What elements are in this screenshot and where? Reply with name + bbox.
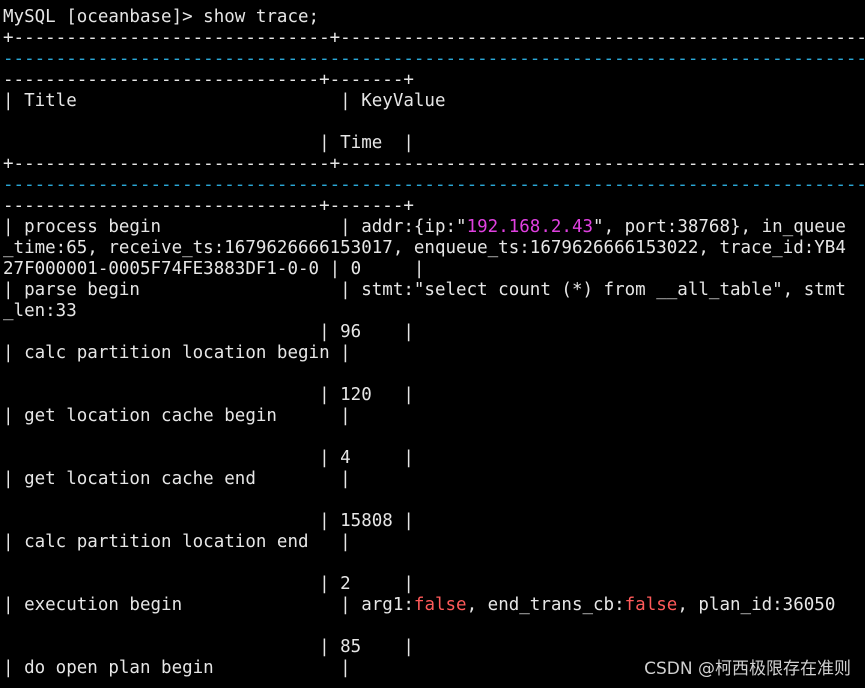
- table-row: | 120 |: [3, 385, 414, 405]
- table-header-title: | Title | KeyValue: [3, 91, 446, 111]
- table-row: | 15808 |: [3, 511, 414, 531]
- csdn-watermark: CSDN @柯西极限存在准则: [644, 659, 851, 679]
- table-border-tail: ------------------------------+-------+: [3, 196, 414, 216]
- table-row: | get location cache end |: [3, 469, 351, 489]
- table-border-top: +------------------------------+--------…: [3, 154, 865, 174]
- command-prompt: MySQL [oceanbase]> show trace;: [3, 7, 319, 28]
- table-row: 27F000001-0005F74FE3883DF1-0-0 | 0 |: [3, 259, 425, 279]
- terminal-window[interactable]: MySQL [oceanbase]> show trace; +--------…: [0, 0, 865, 688]
- table-border-wrap: ----------------------------------------…: [3, 49, 865, 69]
- table-border-tail: ------------------------------+-------+: [3, 70, 414, 90]
- ip-value: 192.168.2.43: [466, 217, 594, 237]
- table-border-wrap: ----------------------------------------…: [3, 175, 865, 195]
- table-row: | 96 |: [3, 322, 414, 342]
- table-row: | 85 |: [3, 637, 414, 657]
- table-row: | 2 |: [3, 574, 414, 594]
- table-row: | parse begin | stmt:"select count (*) f…: [3, 280, 846, 300]
- table-row: _len:33: [3, 301, 77, 321]
- table-row: | get location cache begin |: [3, 406, 351, 426]
- table-header-time: | Time |: [3, 133, 414, 153]
- table-row: | calc partition location end |: [3, 532, 351, 552]
- table-border-top: +------------------------------+--------…: [3, 28, 865, 48]
- table-row: | calc partition location begin |: [3, 343, 351, 363]
- prompt-text: MySQL [oceanbase]> show trace;: [3, 7, 320, 27]
- table-row: | do open plan begin |: [3, 658, 351, 678]
- table-row: | process begin | addr:{ip:"192.168.2.43…: [3, 217, 846, 237]
- false-value: false: [413, 595, 467, 615]
- table-row: | 4 |: [3, 448, 414, 468]
- false-value: false: [624, 595, 678, 615]
- table-row: | execution begin | arg1:false, end_tran…: [3, 595, 836, 615]
- table-row: _time:65, receive_ts:1679626666153017, e…: [3, 238, 846, 258]
